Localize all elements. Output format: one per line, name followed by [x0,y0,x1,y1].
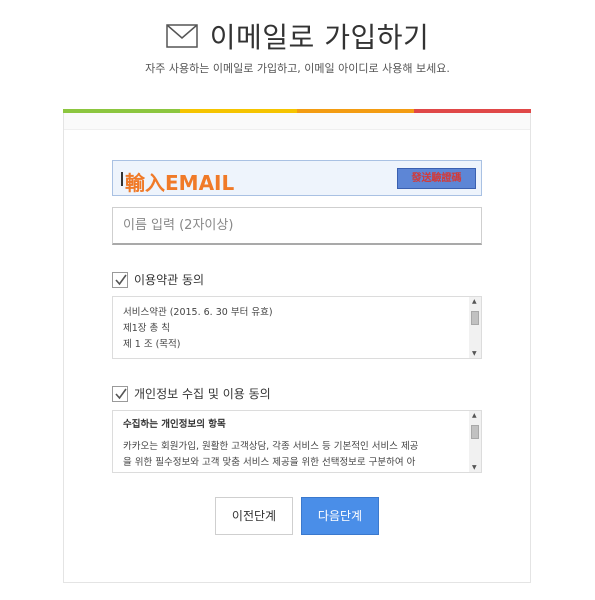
terms-line: 서비스약관 (2015. 6. 30 부터 유효) [123,307,273,318]
terms-scrollbar[interactable]: ▲ ▼ [469,297,481,358]
terms-content: 서비스약관 (2015. 6. 30 부터 유효) 제1장 총 칙 제 1 조 … [123,305,273,353]
scroll-thumb[interactable] [471,311,479,325]
privacy-agree-row[interactable]: 개인정보 수집 및 이용 동의 [112,385,271,402]
privacy-heading: 수집하는 개인정보의 항목 [123,419,226,430]
privacy-line: 카카오는 회원가입, 원활한 고객상담, 각종 서비스 등 기본적인 서비스 제… [123,441,419,452]
terms-textbox[interactable]: 서비스약관 (2015. 6. 30 부터 유효) 제1장 총 칙 제 1 조 … [112,296,482,359]
terms-line: 제 1 조 (목적) [123,339,181,350]
send-verification-button[interactable]: 發送驗證碼 [397,168,476,189]
scroll-up-icon[interactable]: ▲ [472,412,477,419]
scroll-thumb[interactable] [471,425,479,439]
scroll-down-icon[interactable]: ▼ [472,350,477,357]
page-title: 이메일로 가입하기 [209,21,430,54]
terms-agree-row[interactable]: 이용약관 동의 [112,271,204,288]
mail-icon [166,24,198,48]
page-header: 이메일로 가입하기 [0,16,595,56]
email-field[interactable]: 輸入EMAIL 發送驗證碼 [112,160,482,196]
scroll-down-icon[interactable]: ▼ [472,464,477,471]
terms-checkbox[interactable] [112,271,128,288]
terms-label: 이용약관 동의 [134,273,205,287]
terms-line: 제1장 총 칙 [123,323,171,334]
prev-step-button[interactable]: 이전단계 [215,497,293,535]
scroll-up-icon[interactable]: ▲ [472,298,477,305]
text-cursor [121,172,123,186]
next-step-button[interactable]: 다음단계 [301,497,379,535]
check-icon [115,388,127,399]
page-subtitle: 자주 사용하는 이메일로 가입하고, 이메일 아이디로 사용해 보세요. [145,62,450,75]
email-watermark: 輸入EMAIL [125,171,235,195]
privacy-line: 을 위한 필수정보와 고객 맞춤 서비스 제공을 위한 선택정보로 구분하여 아 [123,457,416,468]
privacy-checkbox[interactable] [112,385,128,402]
panel-top-band [64,113,530,130]
privacy-scrollbar[interactable]: ▲ ▼ [469,411,481,472]
name-field[interactable] [112,207,482,245]
privacy-textbox[interactable]: 수집하는 개인정보의 항목 카카오는 회원가입, 원활한 고객상담, 각종 서비… [112,410,482,473]
name-input[interactable] [113,208,481,243]
privacy-label: 개인정보 수집 및 이용 동의 [134,387,271,401]
check-icon [115,274,127,285]
privacy-content: 수집하는 개인정보의 항목 카카오는 회원가입, 원활한 고객상담, 각종 서비… [123,417,418,471]
